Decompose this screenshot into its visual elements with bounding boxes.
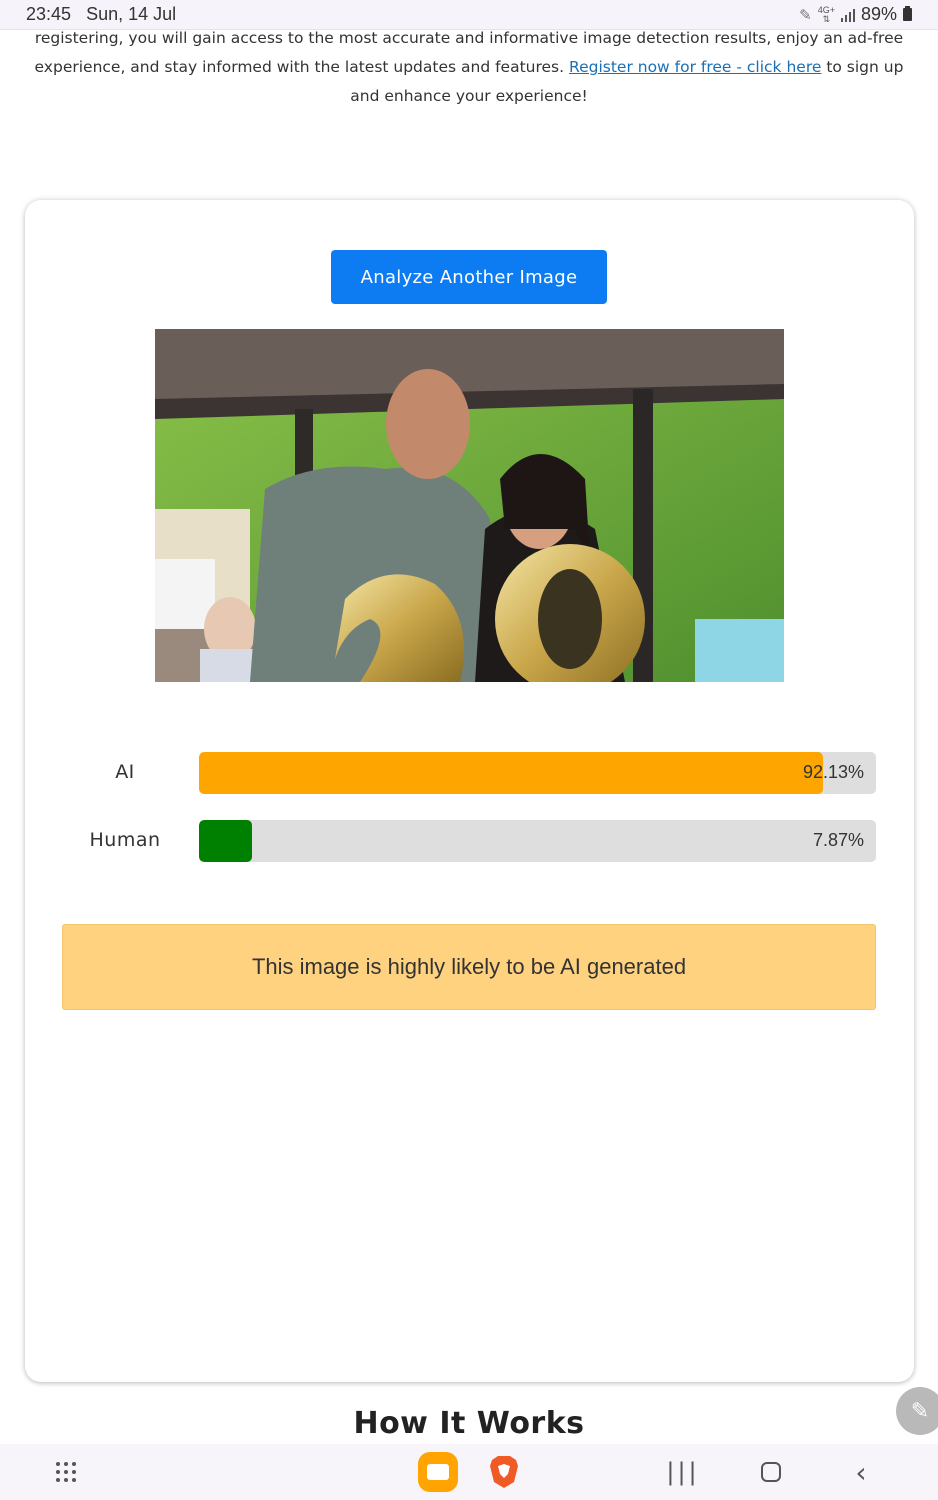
ai-percentage: 92.13% <box>802 762 864 782</box>
ai-progress-fill <box>199 752 823 794</box>
navigation-bar: ||| ‹ <box>0 1444 938 1500</box>
apps-grid-icon[interactable] <box>52 1452 80 1492</box>
network-icon: 4G+ ⇅ <box>817 4 835 24</box>
status-time: 23:45 <box>26 4 72 24</box>
status-right: ✎ 4G+ ⇅ 89% <box>799 4 912 25</box>
result-card: Analyze Another Image AI 92.13% Human 7.… <box>25 200 914 1382</box>
back-icon[interactable]: ‹ <box>846 1452 876 1492</box>
battery-icon <box>903 6 912 21</box>
home-icon[interactable] <box>756 1452 786 1492</box>
status-left: 23:45 Sun, 14 Jul <box>26 4 186 25</box>
status-date: Sun, 14 Jul <box>86 4 177 24</box>
signal-icon <box>840 8 855 22</box>
status-bar: 23:45 Sun, 14 Jul ✎ 4G+ ⇅ 89% <box>0 0 938 30</box>
analyze-another-image-button[interactable]: Analyze Another Image <box>331 250 607 304</box>
files-app-icon[interactable] <box>418 1452 458 1492</box>
register-link[interactable]: Register now for free - click here <box>569 58 821 76</box>
analyzed-image <box>155 329 784 682</box>
pencil-icon: ✎ <box>799 6 812 24</box>
analyzed-photo-illustration <box>155 329 784 682</box>
verdict-banner: This image is highly likely to be AI gen… <box>62 924 876 1010</box>
recents-icon[interactable]: ||| <box>666 1452 700 1492</box>
human-result-row: Human 7.87% <box>25 820 914 862</box>
ai-label: AI <box>115 761 135 783</box>
ai-progress-bar: 92.13% <box>199 752 876 794</box>
human-label: Human <box>89 829 161 851</box>
human-percentage: 7.87% <box>812 830 864 850</box>
how-it-works-heading: How It Works <box>353 1406 585 1441</box>
human-progress-fill <box>199 820 253 862</box>
human-progress-bar: 7.87% <box>199 820 876 862</box>
ai-result-row: AI 92.13% <box>25 752 914 794</box>
battery-percent: 89% <box>860 4 897 24</box>
registration-promo-text: registering, you will gain access to the… <box>20 24 918 111</box>
brave-browser-icon[interactable] <box>484 1452 524 1492</box>
